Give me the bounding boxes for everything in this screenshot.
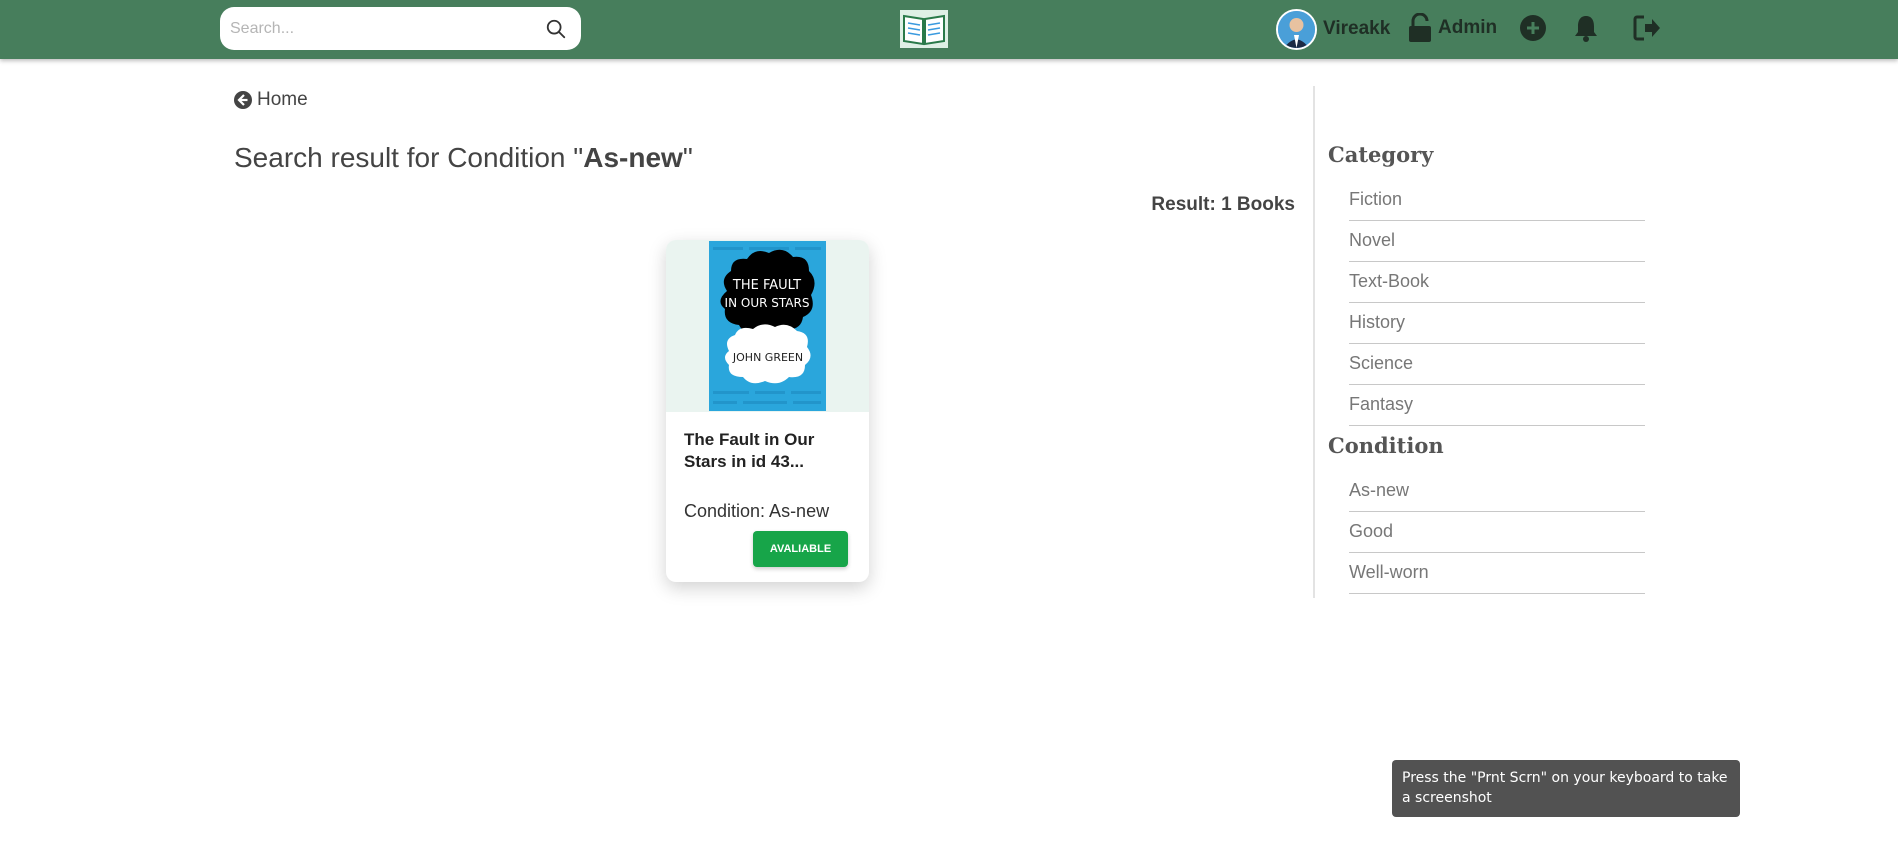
screenshot-tooltip: Press the "Prnt Scrn" on your keyboard t… [1392,760,1740,817]
book-cover-image[interactable]: THE FAULT IN OUR STARS JOHN GREEN [709,241,826,411]
search-input[interactable] [230,7,530,50]
sidebar-divider [1313,86,1315,598]
book-cover-area[interactable]: THE FAULT IN OUR STARS JOHN GREEN [666,240,869,412]
search-icon[interactable] [545,18,567,40]
category-item-novel[interactable]: Novel [1349,221,1645,262]
category-item-fantasy[interactable]: Fantasy [1349,385,1645,426]
lock-open-icon [1409,13,1431,42]
username[interactable]: Vireakk [1323,18,1390,40]
available-button[interactable]: AVALIABLE [753,531,848,567]
logout-button[interactable] [1632,13,1662,43]
result-count: Result: 1 Books [1151,194,1295,215]
category-item-science[interactable]: Science [1349,344,1645,385]
book-card[interactable]: THE FAULT IN OUR STARS JOHN GREEN The Fa… [666,240,869,582]
avatar[interactable] [1276,8,1317,50]
top-navbar: Vireakk Admin [0,0,1898,59]
add-book-button[interactable] [1518,13,1548,43]
user-profile[interactable]: Vireakk [1276,7,1390,51]
logout-icon [1633,15,1660,41]
category-item-history[interactable]: History [1349,303,1645,344]
svg-text:THE FAULT: THE FAULT [732,278,801,293]
condition-heading: Condition [1328,433,1444,458]
back-home-link[interactable]: Home [234,89,308,111]
condition-item-good[interactable]: Good [1349,512,1645,553]
title-search-term: As-new [583,142,683,173]
title-prefix: Search result for Condition " [234,142,584,173]
condition-item-well-worn[interactable]: Well-worn [1349,553,1645,594]
admin-label: Admin [1438,17,1498,38]
svg-text:IN OUR STARS: IN OUR STARS [725,296,810,310]
search-box [220,7,581,50]
book-title[interactable]: The Fault in Our Stars in id 43... [684,429,856,473]
condition-item-as-new[interactable]: As-new [1349,471,1645,512]
admin-link[interactable]: Admin [1408,12,1497,44]
notifications-button[interactable] [1571,13,1601,43]
title-suffix: " [682,142,693,173]
category-item-text-book[interactable]: Text-Book [1349,262,1645,303]
back-home-label[interactable]: Home [257,89,308,111]
svg-text:JOHN GREEN: JOHN GREEN [732,351,803,364]
category-item-fiction[interactable]: Fiction [1349,180,1645,221]
book-logo-icon[interactable] [900,10,948,48]
arrow-left-circle-icon [234,91,252,109]
bell-icon [1575,16,1597,42]
add-circle-icon [1520,15,1546,41]
category-heading: Category [1328,142,1434,167]
book-condition: Condition: As-new [684,501,830,521]
page-title: Search result for Condition "As-new" [234,142,693,174]
